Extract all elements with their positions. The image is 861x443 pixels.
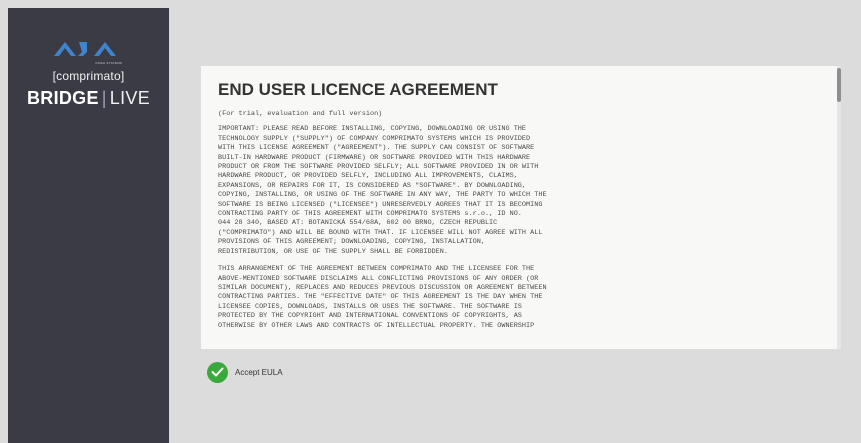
comprimato-label: [comprimato] — [52, 69, 125, 83]
checkmark-icon[interactable] — [207, 361, 228, 383]
scrollbar-thumb[interactable] — [837, 68, 841, 102]
accept-eula-checkbox[interactable]: Accept EULA — [207, 361, 283, 383]
product-name: BRIDGE | LIVE — [8, 88, 169, 109]
eula-scrollbar[interactable] — [837, 66, 841, 349]
eula-subtitle: (For trial, evaluation and full version) — [218, 110, 383, 118]
product-name-separator: | — [101, 88, 107, 108]
accept-eula-label[interactable]: Accept EULA — [235, 368, 283, 377]
eula-paragraph: IMPORTANT: PLEASE READ BEFORE INSTALLING… — [218, 125, 547, 256]
aja-subtitle: VIDEO SYSTEMS — [95, 61, 123, 65]
sidebar: VIDEO SYSTEMS [comprimato] BRIDGE | LIVE — [8, 8, 169, 443]
eula-title: END USER LICENCE AGREEMENT — [218, 80, 498, 99]
eula-paragraph: THIS ARRANGEMENT OF THE AGREEMENT BETWEE… — [218, 265, 547, 330]
product-name-part1: BRIDGE — [26, 88, 99, 108]
product-name-part2: LIVE — [109, 88, 151, 108]
brand-logo: VIDEO SYSTEMS [comprimato] BRIDGE | LIVE — [8, 38, 169, 109]
eula-text-panel[interactable]: END USER LICENCE AGREEMENT (For trial, e… — [201, 66, 837, 349]
aja-logo-icon — [53, 42, 116, 56]
eula-body: (For trial, evaluation and full version)… — [218, 110, 648, 339]
